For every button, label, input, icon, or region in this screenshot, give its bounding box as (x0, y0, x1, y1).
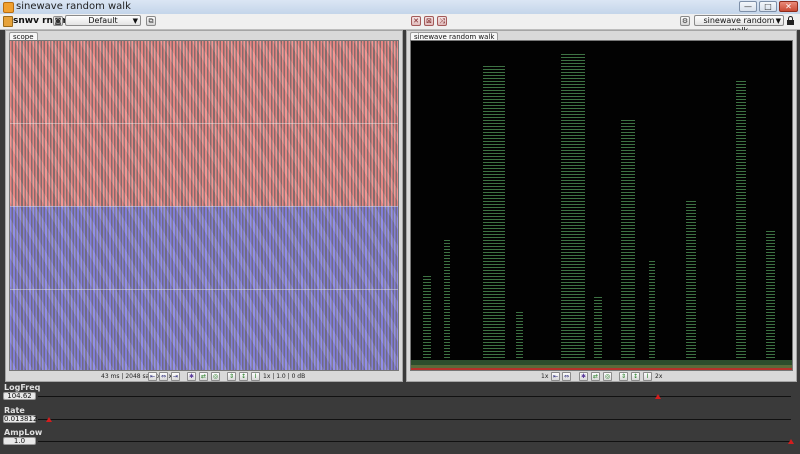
param-label-rate: Rate (4, 406, 25, 415)
scope-panel: scope 43 ms | 2048 samp | 2x ⇤ ⇔ ⇥ ✱ ⇄ ◎… (5, 30, 403, 382)
param-thumb-logfreq[interactable] (655, 394, 662, 399)
spectrum-peak (423, 275, 431, 370)
spectrum-mult-text: 2x (655, 373, 663, 380)
scope-shrink-button[interactable]: ⇤ (148, 372, 157, 381)
scope-updown-button[interactable]: ↕ (239, 372, 248, 381)
camera-icon[interactable]: ◙ (53, 16, 63, 26)
scope-controls: 43 ms | 2048 samp | 2x ⇤ ⇔ ⇥ ✱ ⇄ ◎ ⇕ ↕ I… (6, 372, 402, 382)
scope-display[interactable] (9, 40, 399, 371)
reroute-icon[interactable]: ⤨ (437, 16, 447, 26)
spectrum-peak (483, 65, 505, 370)
spectrum-peak (594, 295, 602, 370)
spectrum-shrink-button[interactable]: ⇤ (551, 372, 560, 381)
spectrum-expand-button[interactable]: ⇔ (562, 372, 571, 381)
spectrum-peak (561, 52, 585, 370)
param-thumb-amplow[interactable] (788, 439, 794, 444)
close-button[interactable]: ✕ (779, 1, 798, 12)
param-value-amplow[interactable]: 1.0 (3, 437, 36, 445)
scope-gridline (10, 123, 398, 124)
app-icon (3, 2, 14, 13)
scope-up-button[interactable]: ⇕ (227, 372, 236, 381)
lock-icon[interactable] (787, 16, 794, 25)
preset-select[interactable]: Default ▼ (65, 15, 141, 26)
scope-gear-icon[interactable]: ✱ (187, 372, 196, 381)
scope-fit-button[interactable]: ⇥ (171, 372, 180, 381)
chevron-down-icon: ▼ (132, 17, 138, 25)
scope-mode-button[interactable]: ⇄ (199, 372, 208, 381)
window-title: sinewave random walk (16, 1, 131, 12)
chevron-down-icon: ▼ (775, 17, 781, 25)
spectrum-gear-icon[interactable]: ✱ (579, 372, 588, 381)
lock-body (787, 20, 794, 25)
toolbar: snwv rndm ◙ Default ▼ ⧉ ✕ ⊠ ⤨ ⚙ sinewave… (0, 14, 800, 35)
spectrum-noise-floor (411, 360, 792, 370)
scope-reset-button[interactable]: I (251, 372, 260, 381)
scope-zoom-text: 1x | 1.0 | 0 dB (263, 373, 306, 380)
scope-expand-button[interactable]: ⇔ (159, 372, 168, 381)
spectrum-up-button[interactable]: ⇕ (619, 372, 628, 381)
spectrum-peak (649, 260, 655, 370)
param-slider-rate[interactable] (38, 419, 791, 420)
spectrum-display[interactable] (410, 40, 793, 371)
disable-icon[interactable]: ⊠ (424, 16, 434, 26)
preset-select-value: Default (88, 16, 118, 25)
spectrum-peak (621, 120, 635, 370)
param-label-logfreq: LogFreq (4, 383, 41, 392)
gear-icon[interactable]: ⚙ (680, 16, 690, 26)
minimize-button[interactable]: — (739, 1, 757, 12)
spectrum-panel: sinewave random walk 1x ⇤ ⇔ ✱ ⇄ ◎ ⇕ ↕ I … (406, 30, 797, 382)
spectrum-updown-button[interactable]: ↕ (631, 372, 640, 381)
param-value-rate[interactable]: 0.013812 (3, 415, 37, 423)
param-thumb-rate[interactable] (46, 417, 53, 422)
spectrum-mode-button[interactable]: ⇄ (591, 372, 600, 381)
delete-icon[interactable]: ✕ (411, 16, 421, 26)
patch-logo-icon (3, 16, 13, 27)
spectrum-sync-button[interactable]: ◎ (603, 372, 612, 381)
spectrum-peak (736, 80, 746, 370)
spectrum-controls: 1x ⇤ ⇔ ✱ ⇄ ◎ ⇕ ↕ I 2x (407, 372, 796, 382)
spectrum-peak (444, 240, 450, 370)
copy-icon[interactable]: ⧉ (146, 16, 156, 26)
scope-gridline (10, 206, 398, 207)
window-title-bar[interactable]: sinewave random walk — □ ✕ (0, 0, 800, 15)
spectrum-peak (686, 200, 696, 370)
spectrum-peak (766, 230, 775, 370)
param-slider-amplow[interactable] (38, 441, 791, 442)
param-label-amplow: AmpLow (4, 428, 43, 437)
plugin-select[interactable]: sinewave random walk ▼ (694, 15, 784, 35)
scope-gridline (10, 289, 398, 290)
spectrum-zoom-text: 1x (541, 373, 549, 380)
param-value-logfreq[interactable]: 104.62 (3, 392, 36, 400)
scope-sync-button[interactable]: ◎ (211, 372, 220, 381)
maximize-button[interactable]: □ (759, 1, 777, 12)
spectrum-reset-button[interactable]: I (643, 372, 652, 381)
param-slider-logfreq[interactable] (38, 396, 791, 397)
